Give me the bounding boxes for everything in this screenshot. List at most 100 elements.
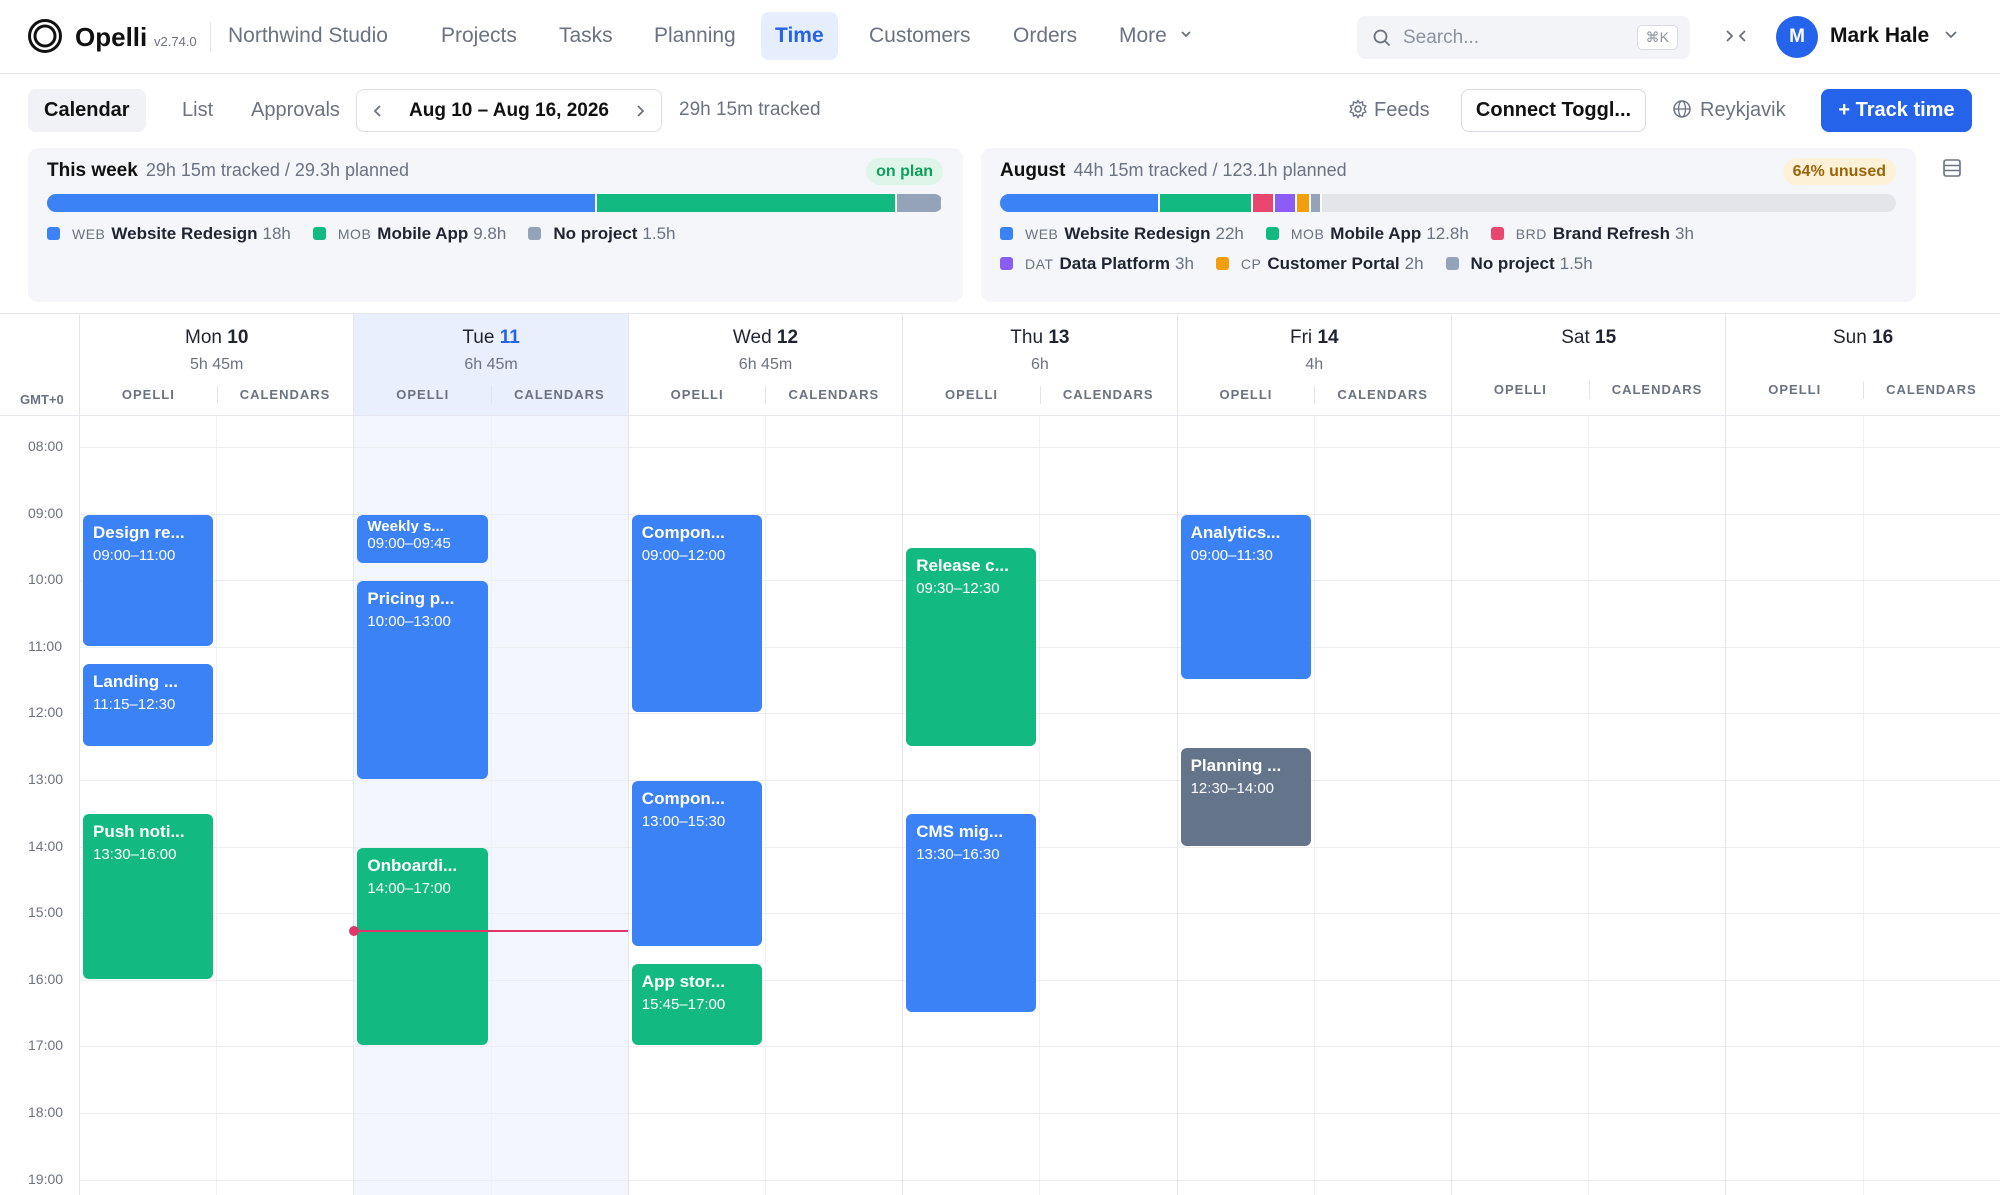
project-hours: 1.5h <box>642 224 676 243</box>
legend-item: No project 1.5h <box>528 224 676 244</box>
app-version: v2.74.0 <box>154 34 197 49</box>
day-name: Mon 10 <box>80 327 353 349</box>
legend-item: MOB Mobile App 9.8h <box>312 224 506 244</box>
nav-more[interactable]: More <box>1105 12 1207 60</box>
time-entry-time: 09:00–12:00 <box>641 546 726 564</box>
nav-projects[interactable]: Projects <box>427 12 531 60</box>
day-header[interactable]: Sat 15 OPELLI CALENDARS <box>1451 314 1725 415</box>
time-entry[interactable]: Analytics... 09:00–11:30 <box>1180 514 1311 680</box>
hour-label: 17:00 <box>28 1037 64 1054</box>
legend-item: BRD Brand Refresh 3h <box>1490 224 1694 244</box>
project-code: BRD <box>1515 226 1547 242</box>
day-header[interactable]: Mon 10 5h 45m OPELLI CALENDARS <box>79 314 353 415</box>
day-total: 6h 45m <box>738 356 793 373</box>
chevron-down-icon[interactable] <box>1943 26 1959 42</box>
time-entry-time: 13:30–16:00 <box>93 846 177 864</box>
time-entry-time: 09:00–11:00 <box>93 546 176 564</box>
feeds-button[interactable]: Feeds <box>1348 99 1430 122</box>
time-entry[interactable]: Push noti... 13:30–16:00 <box>83 814 214 979</box>
time-entry-title: CMS mig... <box>916 822 1004 842</box>
hour-label: 19:00 <box>28 1170 64 1187</box>
day-date: 16 <box>1872 327 1894 348</box>
search-box[interactable]: Search... ⌘K <box>1357 16 1690 59</box>
project-code: DAT <box>1025 256 1054 272</box>
time-entry-title: Release c... <box>916 555 1009 575</box>
legend-item: DAT Data Platform 3h <box>1000 254 1194 274</box>
day-total: 5h 45m <box>190 356 244 373</box>
day-date: 14 <box>1317 327 1339 348</box>
tab-calendar[interactable]: Calendar <box>28 89 146 132</box>
day-header[interactable]: Fri 14 4h OPELLI CALENDARS <box>1176 314 1451 415</box>
subcolumn-label: CALENDARS <box>1062 387 1154 402</box>
time-entry[interactable]: Release c... 09:30–12:30 <box>906 547 1037 746</box>
tab-list[interactable]: List <box>166 89 229 132</box>
time-entry[interactable]: App stor... 15:45–17:00 <box>631 964 762 1046</box>
time-entry-time: 09:00–11:30 <box>1190 546 1273 564</box>
nav-more-label: More <box>1119 24 1167 47</box>
tab-approvals[interactable]: Approvals <box>235 89 356 132</box>
bar-segment <box>1160 194 1254 212</box>
subcolumn-label: CALENDARS <box>239 387 331 402</box>
project-hours: 3h <box>1675 224 1694 243</box>
project-hours: 18h <box>262 224 291 243</box>
list-density-icon[interactable] <box>1941 157 1963 179</box>
legend-swatch <box>1265 227 1279 240</box>
collapse-icon[interactable] <box>1722 22 1750 50</box>
day-name: Tue 11 <box>354 327 627 349</box>
legend-swatch <box>1490 227 1504 240</box>
hour-label: 08:00 <box>28 438 64 454</box>
subcolumn-divider <box>1039 416 1041 1195</box>
avatar[interactable]: M <box>1776 16 1818 58</box>
time-gutter-header: GMT+0 <box>0 314 79 415</box>
legend-item: WEB Website Redesign 22h <box>1000 224 1244 244</box>
time-entry[interactable]: Landing ... 11:15–12:30 <box>83 664 214 746</box>
time-entry[interactable]: Planning ... 12:30–14:00 <box>1180 747 1311 846</box>
subcolumn-label: CALENDARS <box>1611 382 1703 397</box>
opelli-logo-icon[interactable] <box>27 18 63 54</box>
timezone-button[interactable]: Reykjavik <box>1672 99 1786 122</box>
time-entry[interactable]: Onboardi... 14:00–17:00 <box>357 847 488 1046</box>
time-entry[interactable]: Weekly s... 09:00–09:45 <box>357 514 488 563</box>
day-header[interactable]: Sun 16 OPELLI CALENDARS <box>1725 314 1999 415</box>
tracked-total: 29h 15m tracked <box>679 99 821 120</box>
workspace-name[interactable]: Northwind Studio <box>228 24 388 48</box>
date-range-picker: Aug 10 – Aug 16, 2026 <box>356 89 662 132</box>
day-header[interactable]: Thu 13 6h OPELLI CALENDARS <box>902 314 1176 415</box>
subcolumn-divider <box>216 416 218 1195</box>
date-range-label[interactable]: Aug 10 – Aug 16, 2026 <box>357 100 661 122</box>
track-time-button[interactable]: + Track time <box>1821 89 1972 132</box>
nav-tasks[interactable]: Tasks <box>545 12 627 60</box>
time-entry-time: 15:45–17:00 <box>641 996 726 1014</box>
week-subtitle: 29h 15m tracked / 29.3h planned <box>145 160 410 180</box>
user-name[interactable]: Mark Hale <box>1830 24 1929 48</box>
divider <box>1863 381 1865 399</box>
hour-label: 16:00 <box>28 970 64 987</box>
time-entry-time: 14:00–17:00 <box>367 879 451 897</box>
project-name: Mobile App <box>1330 224 1422 243</box>
time-entry[interactable]: Design re... 09:00–11:00 <box>83 514 214 646</box>
time-entry[interactable]: Compon... 09:00–12:00 <box>631 514 762 713</box>
app-name[interactable]: Opelli <box>75 22 147 53</box>
time-entry[interactable]: Compon... 13:00–15:30 <box>631 781 762 946</box>
time-entry[interactable]: Pricing p... 10:00–13:00 <box>357 581 488 779</box>
legend-swatch <box>312 227 326 240</box>
day-total: 6h <box>1030 356 1049 373</box>
time-entry-time: 10:00–13:00 <box>367 613 451 631</box>
nav-customers[interactable]: Customers <box>855 12 985 60</box>
day-divider <box>627 416 629 1195</box>
nav-planning[interactable]: Planning <box>640 12 750 60</box>
calendar-grid[interactable]: 08:00 09:00 10:00 11:00 12:00 13:00 14:00 15:00… <box>0 415 2000 1195</box>
connect-toggl-button[interactable]: Connect Toggl... <box>1461 89 1646 132</box>
nav-time[interactable]: Time <box>761 12 838 60</box>
day-header[interactable]: Wed 12 6h 45m OPELLI CALENDARS <box>627 314 902 415</box>
day-total: 6h 45m <box>464 356 518 373</box>
subcolumn-divider <box>1862 416 1864 1195</box>
nav-orders[interactable]: Orders <box>999 12 1091 60</box>
search-input[interactable]: Search... <box>1403 27 1479 49</box>
day-header[interactable]: Tue 11 6h 45m OPELLI CALENDARS <box>353 314 628 415</box>
day-divider <box>353 416 355 1195</box>
subcolumn-divider <box>1313 416 1315 1195</box>
chevron-right-icon[interactable] <box>629 100 651 122</box>
bar-segment <box>1000 194 1161 212</box>
time-entry[interactable]: CMS mig... 13:30–16:30 <box>906 814 1037 1013</box>
